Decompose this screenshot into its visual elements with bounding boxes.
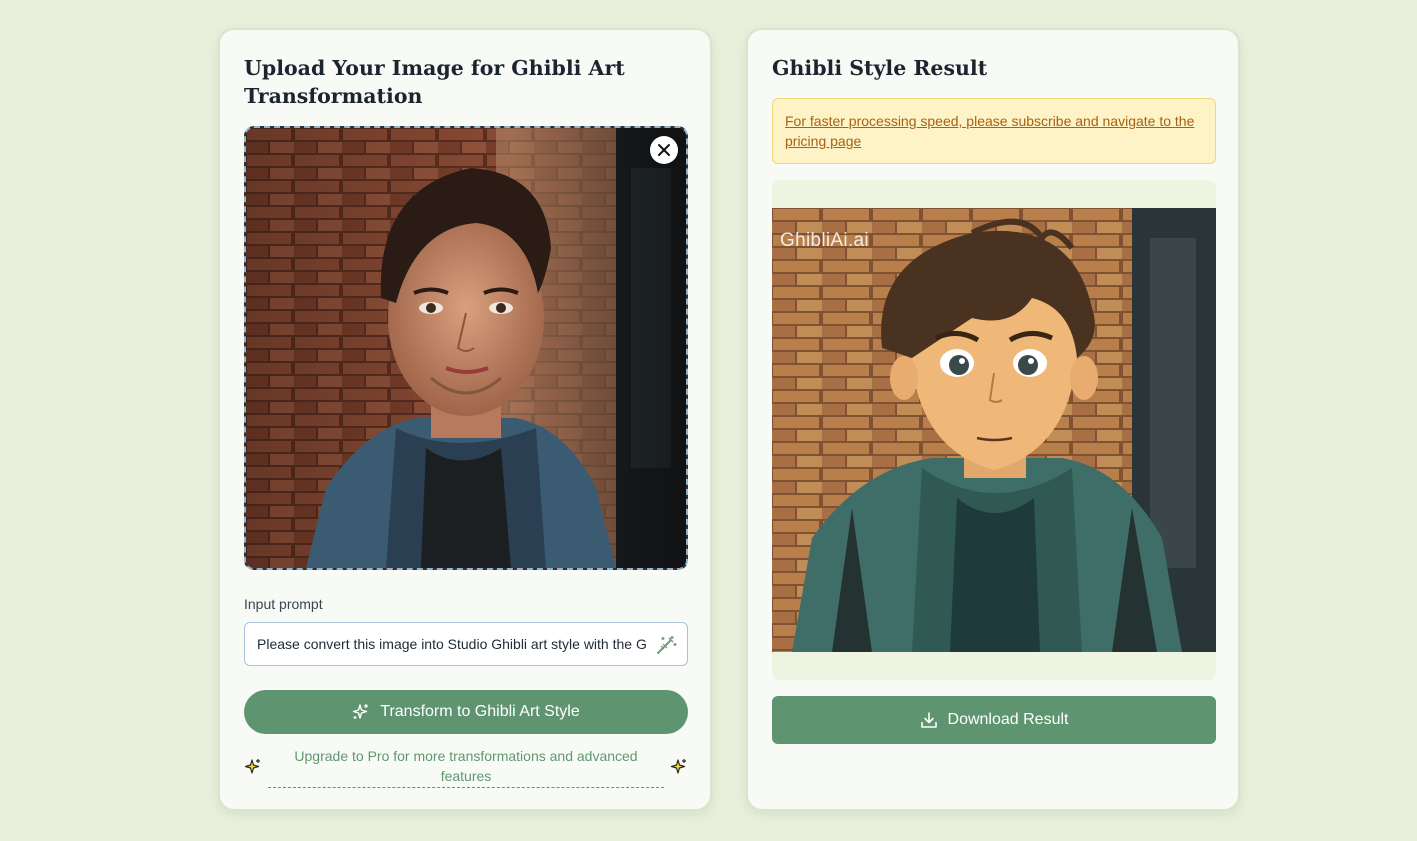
upgrade-link[interactable]: Upgrade to Pro for more transformations … xyxy=(268,746,664,788)
pricing-link[interactable]: For faster processing speed, please subs… xyxy=(785,113,1194,149)
close-icon xyxy=(658,144,670,156)
result-image: GhibliAi.ai xyxy=(772,208,1216,652)
upgrade-row: Upgrade to Pro for more transformations … xyxy=(244,746,688,790)
ghibli-result-illustration xyxy=(772,208,1216,652)
prompt-input[interactable] xyxy=(257,623,649,665)
download-icon xyxy=(920,712,937,728)
upload-card: Upload Your Image for Ghibli Art Transfo… xyxy=(218,28,712,811)
remove-image-button[interactable] xyxy=(650,136,678,164)
download-button[interactable]: Download Result xyxy=(772,696,1216,744)
result-card: Ghibli Style Result For faster processin… xyxy=(746,28,1240,811)
upload-dropzone[interactable] xyxy=(244,126,688,570)
result-card-title: Ghibli Style Result xyxy=(772,56,988,80)
sparkles-icon xyxy=(244,759,260,774)
uploaded-photo xyxy=(246,128,686,568)
magic-wand-icon[interactable] xyxy=(655,634,677,656)
transform-button[interactable]: Transform to Ghibli Art Style xyxy=(244,690,688,734)
watermark: GhibliAi.ai xyxy=(780,230,869,251)
result-area: GhibliAi.ai xyxy=(772,180,1216,680)
subscribe-notice: For faster processing speed, please subs… xyxy=(772,98,1216,164)
transform-button-label: Transform to Ghibli Art Style xyxy=(380,703,580,720)
prompt-label: Input prompt xyxy=(244,596,323,612)
prompt-field xyxy=(244,622,688,666)
sparkles-icon xyxy=(353,704,369,719)
upload-card-title: Upload Your Image for Ghibli Art Transfo… xyxy=(244,56,625,108)
sparkles-icon xyxy=(670,759,686,774)
download-button-label: Download Result xyxy=(947,711,1069,728)
